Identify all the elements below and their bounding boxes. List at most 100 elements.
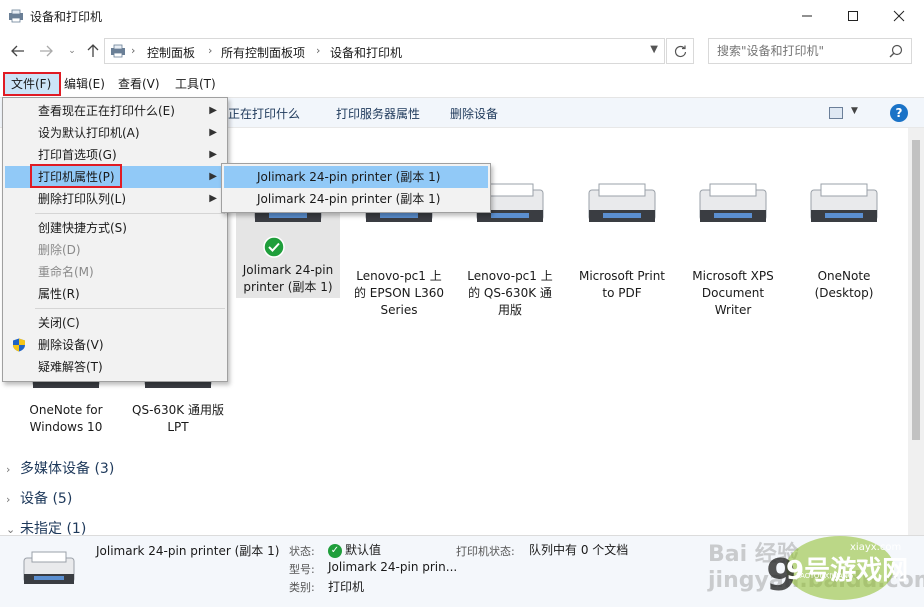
menu-file[interactable]: 文件(F) xyxy=(3,72,61,96)
device-tile[interactable]: Microsoft Print to PDF xyxy=(570,180,674,302)
refresh-button[interactable] xyxy=(666,38,694,64)
menu-item-delete: 删除(D) xyxy=(38,243,81,257)
devices-printers-icon xyxy=(9,9,23,23)
window-title: 设备和打印机 xyxy=(30,10,103,24)
title-bar: 设备和打印机 xyxy=(0,0,924,32)
scrollbar-thumb[interactable] xyxy=(912,140,920,440)
menu-view[interactable]: 查看(V) xyxy=(112,72,166,96)
submenu-item-printer[interactable]: Jolimark 24-pin printer (副本 1) xyxy=(224,166,488,188)
group-devices[interactable]: › 设备 (5) xyxy=(6,488,72,508)
menu-tools[interactable]: 工具(T) xyxy=(169,72,222,96)
printer-icon xyxy=(699,183,767,222)
watermark-url: xiayx.com xyxy=(850,542,902,553)
category-value: 打印机 xyxy=(328,580,365,594)
group-unspecified[interactable]: ⌄ 未指定 (1) xyxy=(6,518,86,535)
devices-printers-icon xyxy=(111,44,125,58)
uac-shield-icon xyxy=(13,338,25,352)
chevron-right-icon: ▶ xyxy=(209,105,217,116)
search-box[interactable] xyxy=(708,38,912,64)
menu-item-close[interactable]: 关闭(C) xyxy=(5,312,225,334)
minimize-icon xyxy=(802,15,812,17)
change-view-icon[interactable] xyxy=(829,107,843,119)
device-label: Jolimark 24-pin printer (副本 1) xyxy=(242,263,334,294)
chevron-down-icon: ⌄ xyxy=(68,46,76,56)
address-row: ⌄ › 控制面板 › 所有控制面板项 › 设备和打印机 ▼ xyxy=(0,35,924,67)
default-check-icon xyxy=(263,236,285,258)
menu-item-create-shortcut[interactable]: 创建快捷方式(S) xyxy=(5,217,225,239)
remove-device-button[interactable]: 删除设备 xyxy=(450,105,498,122)
category-label: 类别: xyxy=(289,581,315,594)
check-icon: ✓ xyxy=(328,543,342,558)
close-icon xyxy=(893,10,905,22)
submenu-item-printer[interactable]: Jolimark 24-pin printer (副本 1) xyxy=(224,188,488,210)
back-arrow-icon xyxy=(11,45,24,57)
group-multimedia[interactable]: › 多媒体设备 (3) xyxy=(6,458,114,478)
status-value: ✓ 默认值 xyxy=(328,541,381,558)
recent-locations-button[interactable]: ⌄ xyxy=(62,41,82,61)
menu-bar: 文件(F) 编辑(E) 查看(V) 工具(T) xyxy=(0,72,924,96)
menu-separator xyxy=(35,308,225,309)
breadcrumb-control-panel[interactable]: 控制面板 xyxy=(147,44,195,61)
menu-item-delete-queue[interactable]: 删除打印队列(L) ▶ xyxy=(5,188,225,210)
up-button[interactable] xyxy=(83,41,103,61)
menu-item-properties[interactable]: 属性(R) xyxy=(5,283,225,305)
details-device-name: Jolimark 24-pin printer (副本 1) xyxy=(96,544,280,558)
chevron-right-icon: ▶ xyxy=(209,149,217,160)
vertical-scrollbar[interactable] xyxy=(908,128,924,535)
minimize-button[interactable] xyxy=(784,0,830,32)
highlight-box xyxy=(30,164,122,188)
address-bar[interactable]: › 控制面板 › 所有控制面板项 › 设备和打印机 ▼ xyxy=(104,38,665,64)
maximize-icon xyxy=(848,11,858,21)
chevron-down-icon[interactable]: ▼ xyxy=(650,44,658,55)
device-label: Microsoft XPS Document Writer xyxy=(692,269,774,317)
chevron-down-icon[interactable]: ▼ xyxy=(851,106,858,116)
device-tile[interactable]: OneNote (Desktop) xyxy=(792,180,896,302)
menu-item-rename: 重命名(M) xyxy=(38,265,94,279)
menu-separator xyxy=(35,213,225,214)
search-icon xyxy=(889,44,903,58)
breadcrumb-all-items[interactable]: 所有控制面板项 xyxy=(221,44,305,61)
watermark-logo-text: 9号游戏网 xyxy=(786,556,909,586)
printer-icon xyxy=(810,183,878,222)
status-label: 状态: xyxy=(289,545,315,558)
print-server-properties-button[interactable]: 打印服务器属性 xyxy=(336,105,420,122)
chevron-right-icon: › xyxy=(6,463,11,476)
maximize-button[interactable] xyxy=(830,0,876,32)
close-button[interactable] xyxy=(876,0,922,32)
watermark-pinyin: JIAOYOUXIWANG xyxy=(796,572,854,580)
chevron-right-icon: ▶ xyxy=(209,171,217,182)
up-arrow-icon xyxy=(87,44,99,57)
breadcrumb-devices-printers[interactable]: 设备和打印机 xyxy=(330,44,402,61)
chevron-right-icon: › xyxy=(131,44,136,57)
chevron-right-icon: ▶ xyxy=(209,127,217,138)
chevron-right-icon: › xyxy=(208,44,213,57)
printer-icon xyxy=(23,551,75,584)
back-button[interactable] xyxy=(8,41,28,61)
watermark-overlay: Bai 经验 jingyan.baidu.com 9 9号游戏网 xiayx.c… xyxy=(700,530,924,607)
forward-arrow-icon xyxy=(40,45,53,57)
menu-item-see-printing[interactable]: 查看现在正在打印什么(E) ▶ xyxy=(5,100,225,122)
chevron-right-icon: › xyxy=(316,44,321,57)
menu-item-troubleshoot[interactable]: 疑难解答(T) xyxy=(5,356,225,378)
device-label: OneNote for Windows 10 xyxy=(29,403,103,434)
device-label: Microsoft Print to PDF xyxy=(578,269,666,300)
forward-button[interactable] xyxy=(36,41,56,61)
menu-item-print-preferences[interactable]: 打印首选项(G) ▶ xyxy=(5,144,225,166)
printer-status-value: 队列中有 0 个文档 xyxy=(529,543,629,557)
refresh-icon xyxy=(674,45,686,57)
menu-item-set-default[interactable]: 设为默认打印机(A) ▶ xyxy=(5,122,225,144)
device-label: Lenovo-pc1 上 的 QS-630K 通 用版 xyxy=(467,269,553,317)
help-icon[interactable]: ? xyxy=(890,104,908,122)
file-menu-dropdown: 查看现在正在打印什么(E) ▶ 设为默认打印机(A) ▶ 打印首选项(G) ▶ 打印机… xyxy=(2,97,228,382)
printer-status-label: 打印机状态: xyxy=(456,545,515,558)
see-printing-button[interactable]: 正在打印什么 xyxy=(228,105,300,122)
chevron-down-icon: ⌄ xyxy=(6,523,16,535)
printer-properties-submenu: Jolimark 24-pin printer (副本 1) Jolimark … xyxy=(221,163,491,213)
menu-edit[interactable]: 编辑(E) xyxy=(58,72,111,96)
device-label: QS-630K 通用版 LPT xyxy=(132,403,224,434)
device-label: OneNote (Desktop) xyxy=(814,269,874,300)
device-tile[interactable]: Microsoft XPS Document Writer xyxy=(681,180,785,319)
menu-item-remove-device[interactable]: 删除设备(V) xyxy=(5,334,225,356)
model-label: 型号: xyxy=(289,563,315,576)
search-input[interactable] xyxy=(717,43,877,59)
